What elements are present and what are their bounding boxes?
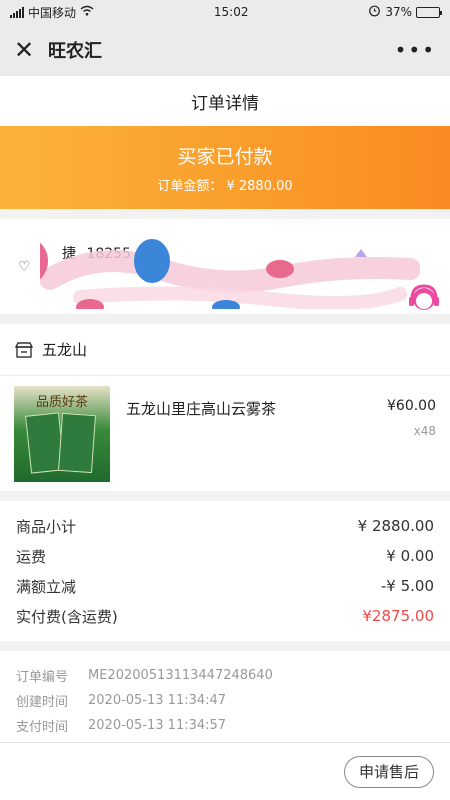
tea-bag-shape <box>58 412 96 474</box>
spacer <box>0 209 450 219</box>
summary-label: 满额立减 <box>16 577 77 596</box>
order-info: 订单编号 ME20200513113447248640 创建时间 2020-05… <box>0 651 450 750</box>
order-number: ME20200513113447248640 <box>88 668 273 683</box>
close-icon[interactable]: ✕ <box>14 36 40 64</box>
customer-service-icon[interactable] <box>402 281 446 314</box>
order-status-banner: 买家已付款 订单金额： ¥ 2880.00 <box>0 126 450 209</box>
summary-row: 运费 ¥ 0.00 <box>16 541 434 571</box>
apply-after-sale-button[interactable]: 申请售后 <box>343 755 434 788</box>
carrier-label: 中国移动 <box>28 5 77 20</box>
product-price: ¥60.00 <box>387 398 436 414</box>
spacer <box>0 641 450 651</box>
info-label: 创建时间 <box>16 695 69 710</box>
info-label: 支付时间 <box>16 720 69 735</box>
product-price-column: ¥60.00 x48 <box>387 386 436 481</box>
product-image-text: 品质好茶 <box>35 395 88 410</box>
signal-icon <box>10 6 24 18</box>
summary-total-row: 实付费(含运费) ¥2875.00 <box>16 601 434 631</box>
privacy-sticker-overlay <box>40 239 420 309</box>
shop-header[interactable]: 五龙山 <box>0 324 450 376</box>
shop-name: 五龙山 <box>42 341 88 359</box>
created-time: 2020-05-13 11:34:47 <box>88 693 227 708</box>
battery-icon <box>416 6 442 18</box>
order-item[interactable]: 品质好茶 五龙山里庄高山云雾茶 ¥60.00 x48 <box>0 376 450 491</box>
spacer <box>0 314 450 324</box>
wifi-icon <box>80 5 94 19</box>
spacer <box>0 491 450 501</box>
total-value: ¥2875.00 <box>362 607 434 625</box>
location-pin-icon: ♡ <box>18 259 31 275</box>
product-image: 品质好茶 <box>14 386 110 482</box>
summary-label: 商品小计 <box>16 517 77 536</box>
alarm-icon <box>368 4 381 20</box>
order-amount-text: 订单金额： ¥ 2880.00 <box>157 178 293 194</box>
summary-value: -¥ 5.00 <box>380 577 434 595</box>
status-right: 37% <box>368 4 442 20</box>
summary-value: ¥ 2880.00 <box>357 517 434 535</box>
navbar: ✕ 旺农汇 ••• <box>0 24 450 76</box>
info-row: 创建时间 2020-05-13 11:34:47 <box>16 688 434 713</box>
bottom-action-bar: 申请售后 <box>0 742 450 800</box>
more-icon[interactable]: ••• <box>395 38 436 62</box>
battery-label: 37% <box>385 5 412 19</box>
info-row: 订单编号 ME20200513113447248640 <box>16 663 434 688</box>
summary-row: 满额立减 -¥ 5.00 <box>16 571 434 601</box>
paid-time: 2020-05-13 11:34:57 <box>88 718 227 733</box>
info-row: 支付时间 2020-05-13 11:34:57 <box>16 713 434 738</box>
product-name: 五龙山里庄高山云雾茶 <box>126 400 277 418</box>
status-time: 15:02 <box>213 5 249 19</box>
page-title: 订单详情 <box>0 76 450 126</box>
summary-value: ¥ 0.00 <box>386 547 434 565</box>
status-left: 中国移动 <box>10 4 94 21</box>
price-summary: 商品小计 ¥ 2880.00 运费 ¥ 0.00 满额立减 -¥ 5.00 实付… <box>0 501 450 641</box>
product-quantity: x48 <box>413 424 436 438</box>
app-title: 旺农汇 <box>48 41 102 62</box>
summary-row: 商品小计 ¥ 2880.00 <box>16 511 434 541</box>
status-bar: 中国移动 15:02 37% <box>0 0 450 24</box>
summary-label: 运费 <box>16 547 47 566</box>
order-status-text: 买家已付款 <box>177 145 273 168</box>
info-label: 订单编号 <box>16 670 69 685</box>
total-label: 实付费(含运费) <box>16 607 118 626</box>
store-icon <box>14 341 34 358</box>
address-block[interactable]: ♡ 捷 18255 <box>0 219 450 314</box>
